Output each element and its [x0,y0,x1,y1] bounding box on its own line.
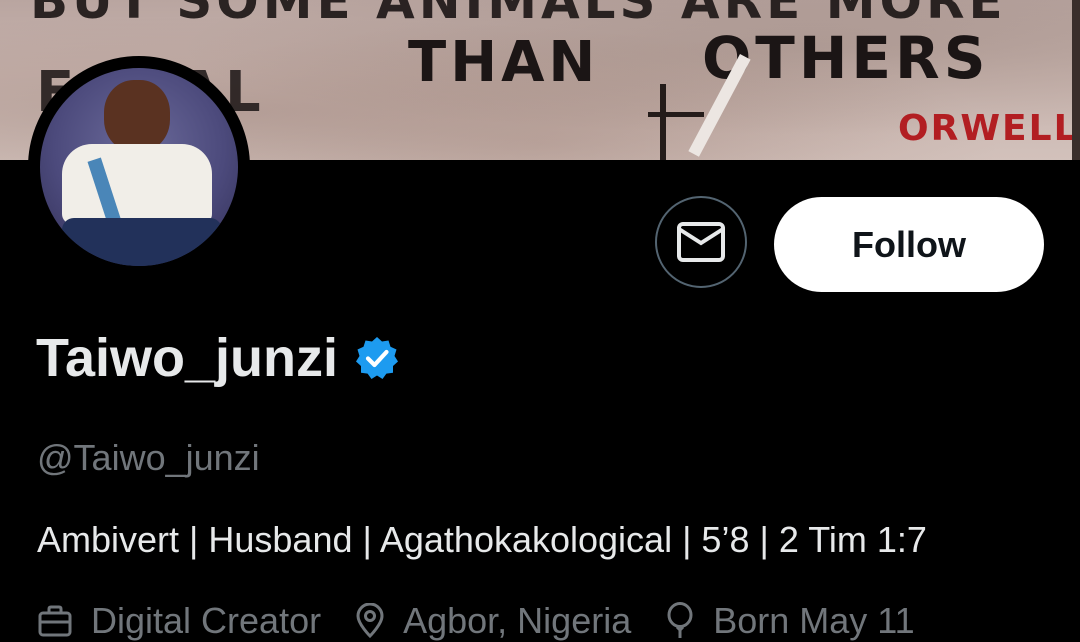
banner-pole-crossbar [648,112,704,117]
meta-location: Agbor, Nigeria [355,600,631,642]
envelope-icon [677,222,725,262]
meta-category-text: Digital Creator [91,600,322,641]
balloon-icon [667,602,693,638]
user-handle: @Taiwo_junzi [37,437,260,478]
meta-birthday-text: Born May 11 [713,600,915,641]
avatar-photo-head [104,80,170,152]
banner-text-than: THAN [408,30,600,95]
avatar[interactable] [28,56,250,278]
follow-button[interactable]: Follow [774,197,1044,292]
banner-signature: ORWELL [898,108,1079,149]
banner-frame [1072,0,1080,160]
verified-badge-icon[interactable] [354,335,400,381]
avatar-photo-shirt [62,144,212,224]
meta-category: Digital Creator [37,600,321,642]
user-bio: Ambivert | Husband | Agathokakological |… [37,519,927,560]
briefcase-icon [38,605,72,637]
display-name: Taiwo_junzi [36,328,339,388]
avatar-photo [40,68,238,266]
name-row: Taiwo_junzi [36,326,400,390]
meta-location-text: Agbor, Nigeria [403,600,632,641]
message-button[interactable] [655,196,747,288]
avatar-photo-pants [62,218,222,266]
banner-pole [660,84,666,160]
location-pin-icon [356,603,384,639]
meta-birthday: Born May 11 [665,600,915,642]
profile-meta: Digital Creator Agbor, Nigeria Born May … [37,600,949,642]
